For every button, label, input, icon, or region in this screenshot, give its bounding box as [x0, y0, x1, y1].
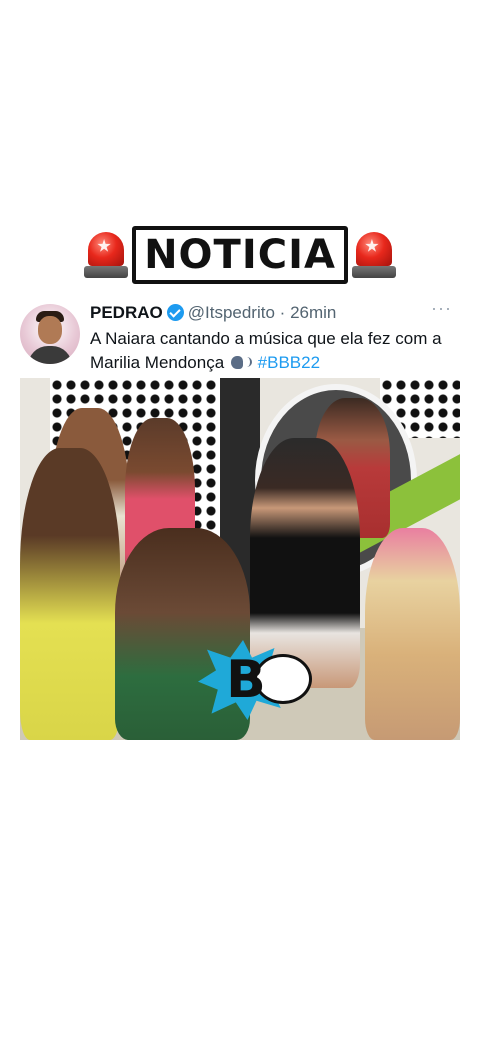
- display-name[interactable]: PEDRAO: [90, 303, 163, 322]
- tweet-time[interactable]: 26min: [290, 303, 336, 322]
- avatar[interactable]: [20, 304, 80, 364]
- tweet-header: PEDRAO @Itspedrito · 26min: [90, 302, 460, 324]
- headline-box: NOTICIA: [132, 226, 348, 284]
- headline-title: NOTICIA: [144, 232, 336, 278]
- tweet-media-image[interactable]: B: [20, 378, 460, 740]
- siren-icon: [84, 228, 129, 282]
- verified-badge-icon: [166, 304, 184, 321]
- speaking-head-icon: [230, 354, 252, 370]
- time-separator: ·: [279, 303, 286, 322]
- user-handle[interactable]: @Itspedrito: [188, 303, 275, 322]
- more-options-icon[interactable]: ···: [431, 298, 452, 319]
- tweet-text: A Naiara cantando a música que ela fez c…: [90, 327, 460, 375]
- hashtag-link[interactable]: #BBB22: [258, 353, 320, 372]
- siren-icon: [351, 228, 396, 282]
- show-logo-letter: B: [226, 650, 266, 710]
- news-headline: NOTICIA: [0, 224, 480, 286]
